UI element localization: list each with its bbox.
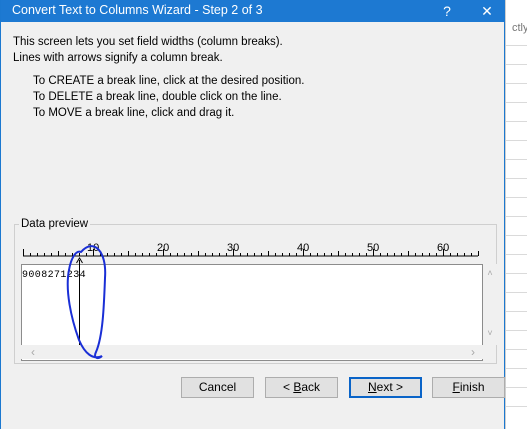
- scroll-right-icon[interactable]: ›: [467, 345, 479, 359]
- background-gridline: [506, 368, 527, 369]
- background-gridline: [506, 140, 527, 141]
- background-gridline: [506, 178, 527, 179]
- background-gridline: [506, 159, 527, 160]
- preview-row: 9008271234: [22, 270, 87, 281]
- intro-text: This screen lets you set field widths (c…: [13, 34, 283, 66]
- background-gridline: [506, 121, 527, 122]
- background-gridline: [506, 330, 527, 331]
- help-button[interactable]: ?: [427, 0, 467, 22]
- intro-line: Lines with arrows signify a column break…: [13, 52, 223, 64]
- ruler-label: 40: [297, 242, 309, 254]
- background-gridline: [506, 349, 527, 350]
- background-partial-text: ctly: [512, 22, 527, 34]
- scroll-down-icon[interactable]: ˅: [483, 328, 497, 338]
- background-gridline: [506, 235, 527, 236]
- back-button[interactable]: < Back: [265, 377, 338, 398]
- horizontal-scrollbar[interactable]: ‹ ›: [21, 345, 483, 359]
- next-button[interactable]: Next >: [349, 377, 422, 398]
- background-spreadsheet: ctly: [505, 0, 527, 429]
- ruler-label: 20: [157, 242, 169, 254]
- window-title: Convert Text to Columns Wizard - Step 2 …: [12, 3, 263, 17]
- background-gridline: [506, 64, 527, 65]
- instruction-create: To CREATE a break line, click at the des…: [33, 75, 305, 87]
- preview-data-rows: 9008271234: [22, 270, 86, 281]
- background-gridline: [506, 254, 527, 255]
- vertical-scrollbar[interactable]: ˄ ˅: [483, 264, 497, 345]
- text-to-columns-dialog: Convert Text to Columns Wizard - Step 2 …: [0, 0, 505, 429]
- scroll-up-icon[interactable]: ˄: [483, 268, 497, 278]
- next-mnemonic: N: [367, 380, 377, 394]
- background-gridline: [506, 102, 527, 103]
- ruler-label: 30: [227, 242, 239, 254]
- column-ruler[interactable]: 10 20 30 40 50 60: [1, 236, 506, 266]
- title-bar[interactable]: Convert Text to Columns Wizard - Step 2 …: [1, 0, 505, 22]
- background-gridline: [506, 216, 527, 217]
- background-gridline: [506, 83, 527, 84]
- instruction-delete: To DELETE a break line, double click on …: [33, 91, 282, 103]
- close-button[interactable]: ✕: [467, 0, 507, 22]
- ruler-label: 50: [367, 242, 379, 254]
- back-prefix: <: [282, 380, 294, 394]
- ruler-label: 60: [437, 242, 449, 254]
- background-gridline: [506, 273, 527, 274]
- back-rest: ack: [301, 380, 321, 394]
- background-gridline: [506, 387, 527, 388]
- ruler-label: 10: [87, 242, 99, 254]
- next-rest: ext >: [376, 380, 404, 394]
- data-preview-label: Data preview: [19, 218, 91, 230]
- scroll-left-icon[interactable]: ‹: [27, 345, 39, 359]
- instruction-move: To MOVE a break line, click and drag it.: [33, 107, 235, 119]
- background-gridline: [506, 406, 527, 407]
- finish-mnemonic: F: [452, 380, 460, 394]
- finish-rest: inish: [459, 380, 485, 394]
- background-gridline: [506, 197, 527, 198]
- background-gridline: [506, 45, 527, 46]
- cancel-button[interactable]: Cancel: [181, 377, 254, 398]
- background-gridline: [506, 311, 527, 312]
- intro-line: This screen lets you set field widths (c…: [13, 36, 283, 48]
- instructions: To CREATE a break line, click at the des…: [33, 73, 304, 121]
- finish-button[interactable]: Finish: [432, 377, 505, 398]
- background-gridline: [506, 292, 527, 293]
